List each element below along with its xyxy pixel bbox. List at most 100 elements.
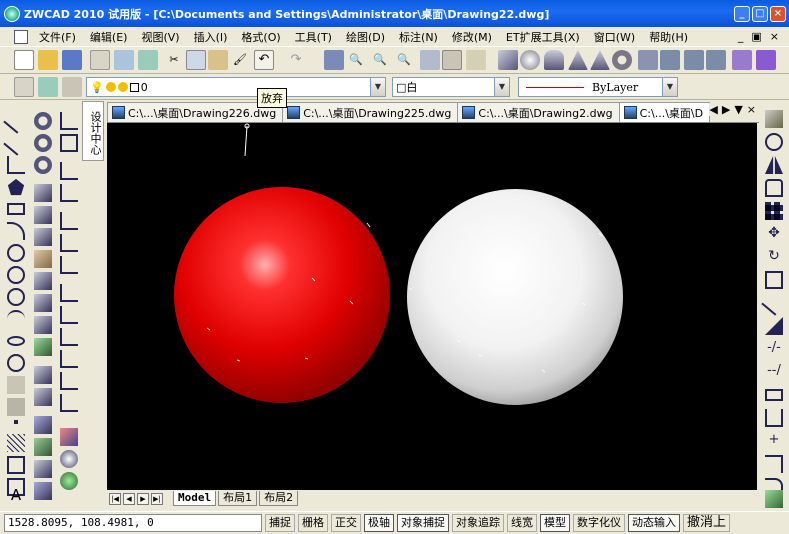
insert-block-icon[interactable] (7, 376, 25, 394)
linetype-dropdown[interactable]: ByLayer ▼ (518, 77, 678, 97)
polar-toggle[interactable]: 极轴 (364, 514, 394, 532)
red-sphere[interactable] (174, 187, 390, 403)
copy-icon[interactable] (186, 50, 206, 70)
tablet-toggle[interactable]: 数字化仪 (573, 514, 625, 532)
tab-list-button[interactable]: ▼ (734, 103, 742, 116)
z-rotate-ucs-icon[interactable] (60, 394, 78, 412)
layer-previous-icon[interactable] (62, 77, 82, 97)
construction-line-icon[interactable] (3, 130, 29, 156)
menu-dimension[interactable]: 标注(N) (392, 29, 445, 45)
menu-help[interactable]: 帮助(H) (642, 29, 695, 45)
print-preview-icon[interactable] (114, 50, 134, 70)
color-faces-icon[interactable] (34, 338, 52, 356)
redo-icon[interactable]: ↷ (286, 50, 306, 70)
tab-scroll-right-button[interactable]: ▶ (722, 103, 730, 116)
chevron-down-icon[interactable]: ▼ (662, 78, 677, 96)
z-axis-ucs-icon[interactable] (60, 306, 78, 324)
layer-dropdown[interactable]: 💡 0 ▼ (86, 77, 386, 97)
offset-faces-icon[interactable] (34, 228, 52, 246)
color-dropdown[interactable]: □白 ▼ (392, 77, 510, 97)
undo-icon[interactable]: ↶ (254, 50, 274, 70)
model-space-view[interactable] (107, 123, 757, 490)
cone-icon[interactable] (568, 50, 588, 70)
object-ucs-icon[interactable] (60, 212, 78, 230)
x-rotate-ucs-icon[interactable] (60, 350, 78, 368)
menu-insert[interactable]: 插入(I) (187, 29, 235, 45)
revolve-icon[interactable] (660, 50, 680, 70)
point-icon[interactable] (14, 420, 18, 424)
match-properties-icon[interactable]: 🖌 (230, 50, 250, 70)
minimize-button[interactable]: _ (734, 5, 750, 22)
close-button[interactable]: × (770, 5, 786, 22)
publish-icon[interactable] (138, 50, 158, 70)
properties-icon[interactable] (420, 50, 440, 70)
lineweight-toggle[interactable]: 线宽 (507, 514, 537, 532)
3d-orbit-icon[interactable] (60, 450, 78, 468)
design-center-tab[interactable]: 设计中心 (82, 101, 104, 161)
extrude-icon[interactable] (638, 50, 658, 70)
zoom-window-icon[interactable]: 🔍 (370, 50, 390, 70)
region-icon[interactable] (7, 456, 25, 474)
view-ucs-icon[interactable] (60, 256, 78, 274)
zoom-realtime-icon[interactable]: 🔍 (346, 50, 366, 70)
menu-et-tools[interactable]: ET扩展工具(X) (499, 29, 587, 45)
ucs-previous-icon[interactable] (60, 162, 78, 180)
white-sphere[interactable] (407, 189, 623, 405)
separate-icon[interactable] (34, 416, 52, 434)
ellipse-arc-icon[interactable] (7, 354, 25, 372)
menu-window[interactable]: 窗口(W) (587, 29, 642, 45)
arc-icon[interactable] (7, 222, 25, 240)
explode-icon[interactable] (765, 490, 783, 508)
tab-close-button[interactable]: × (747, 103, 756, 116)
intersect-icon[interactable] (34, 156, 52, 174)
rotate-icon[interactable]: ↻ (765, 248, 783, 266)
document-tab[interactable]: C:\...\桌面\Drawing225.dwg (282, 102, 459, 122)
world-ucs-icon[interactable] (60, 184, 78, 202)
chevron-down-icon[interactable]: ▼ (494, 78, 509, 96)
polyline-icon[interactable] (7, 156, 25, 174)
open-file-icon[interactable] (38, 50, 58, 70)
make-block-icon[interactable] (7, 398, 25, 416)
drawing-canvas[interactable] (107, 123, 757, 490)
snap-toggle[interactable]: 捕捉 (265, 514, 295, 532)
otrack-toggle[interactable]: 对象追踪 (452, 514, 504, 532)
chevron-down-icon[interactable]: ▼ (370, 78, 385, 96)
make-current-layer-icon[interactable] (38, 77, 58, 97)
menu-draw[interactable]: 绘图(D) (339, 29, 392, 45)
menu-edit[interactable]: 编辑(E) (83, 29, 135, 45)
document-icon[interactable] (14, 29, 28, 44)
break-icon[interactable] (765, 409, 783, 427)
circle-icon[interactable] (7, 244, 25, 262)
tab-model[interactable]: Model (173, 491, 217, 506)
erase-icon[interactable] (765, 110, 783, 128)
paste-icon[interactable] (208, 50, 228, 70)
maximize-button[interactable]: □ (752, 5, 768, 22)
copy-object-icon[interactable] (765, 133, 783, 151)
last-layout-button[interactable]: ▶| (151, 492, 163, 505)
taper-faces-icon[interactable] (34, 294, 52, 312)
menu-format[interactable]: 格式(O) (234, 29, 287, 45)
torus-icon[interactable] (612, 50, 632, 70)
face-ucs-icon[interactable] (60, 234, 78, 252)
move-faces-icon[interactable] (34, 206, 52, 224)
print-icon[interactable] (90, 50, 110, 70)
spline-icon[interactable] (7, 310, 25, 328)
tool-palette-icon[interactable] (466, 50, 486, 70)
solid-edit-icon[interactable] (34, 482, 52, 500)
line-icon[interactable] (3, 108, 29, 134)
continuous-orbit-icon[interactable] (60, 472, 78, 490)
stretch-icon[interactable] (761, 290, 787, 316)
cylinder-icon[interactable] (544, 50, 564, 70)
box-icon[interactable] (498, 50, 518, 70)
ucs-icon[interactable] (60, 112, 78, 130)
imprint-icon[interactable] (34, 366, 52, 384)
osnap-toggle[interactable]: 对象捕捉 (397, 514, 449, 532)
clean-icon[interactable] (34, 388, 52, 406)
rectangle-icon[interactable] (7, 203, 25, 215)
tab-scroll-left-button[interactable]: ◀ (709, 103, 717, 116)
mdi-minimize-button[interactable]: _ (738, 30, 744, 43)
extend-icon[interactable]: --/ (765, 363, 783, 381)
dynamic-input-toggle[interactable]: 动态输入 (628, 514, 680, 532)
delete-faces-icon[interactable] (34, 250, 52, 268)
mirror-icon[interactable] (765, 156, 783, 174)
